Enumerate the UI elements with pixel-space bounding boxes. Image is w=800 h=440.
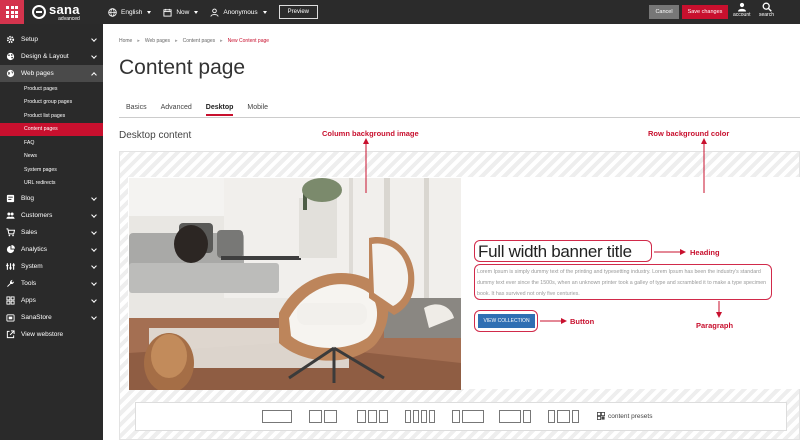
annotation-arrows bbox=[363, 138, 722, 324]
annotation-heading: Heading bbox=[690, 248, 720, 257]
annotation-button: Button bbox=[570, 317, 595, 326]
annotation-row-background-color: Row background color bbox=[648, 129, 730, 138]
content-presets-label: content presets bbox=[608, 412, 653, 420]
preset-1-2-columns[interactable] bbox=[452, 410, 484, 423]
preset-3-columns[interactable] bbox=[357, 410, 388, 423]
content-presets-button[interactable]: content presets bbox=[597, 412, 652, 420]
preset-1-1-1-columns[interactable] bbox=[548, 410, 579, 423]
preset-1-column[interactable] bbox=[262, 410, 292, 423]
preset-2-1-columns[interactable] bbox=[499, 410, 531, 423]
presets-grid-icon bbox=[597, 412, 605, 420]
annotation-paragraph: Paragraph bbox=[696, 321, 734, 330]
preset-2-columns[interactable] bbox=[309, 410, 337, 423]
annotation-column-background-image: Column background image bbox=[322, 129, 419, 138]
preset-4-columns[interactable] bbox=[405, 410, 435, 423]
